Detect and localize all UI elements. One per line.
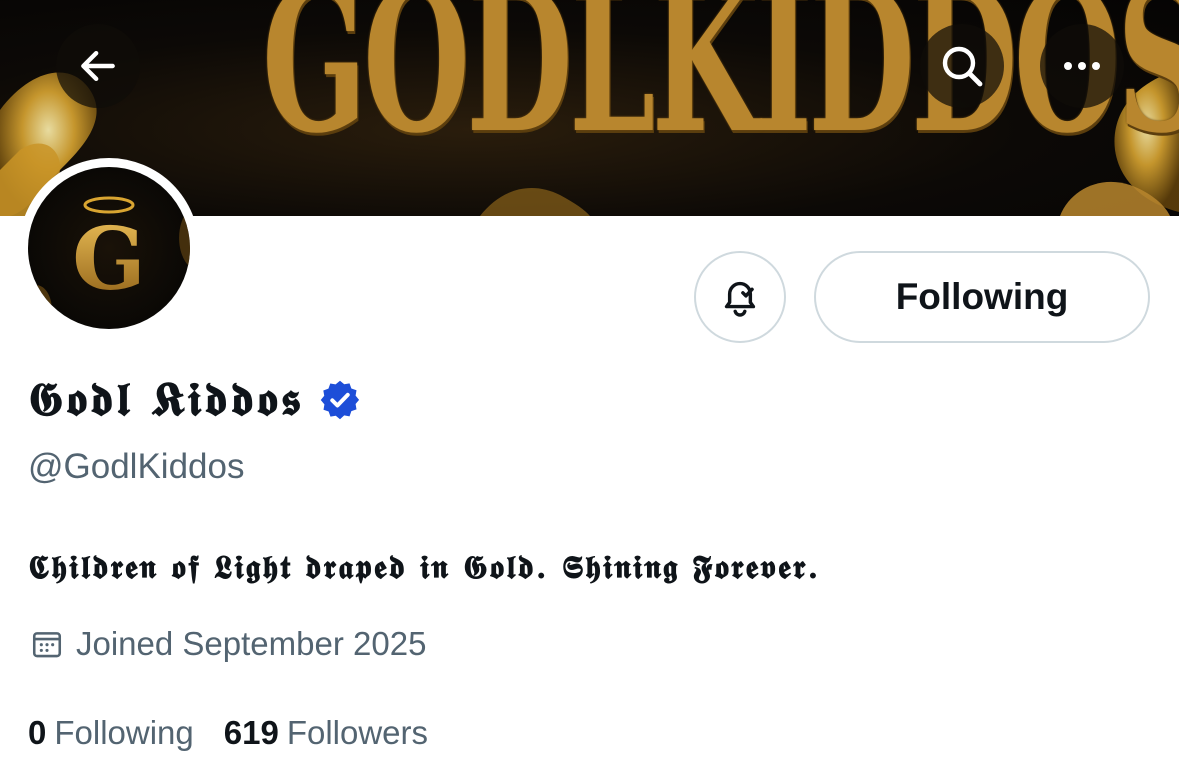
following-button[interactable]: Following [814,251,1150,343]
display-name: 𝕲𝖔𝖉𝖑 𝕶𝖎𝖉𝖉𝖔𝖘 [28,372,305,426]
banner-title: GODLKIDDOS [262,0,1179,177]
more-horizontal-icon [1064,62,1100,70]
followers-label: Followers [286,714,429,751]
avatar[interactable]: G [28,167,190,329]
followers-count: 619 [223,714,279,751]
stats-row: 0 Following 619 Followers [28,710,428,756]
avatar-letter: G [72,209,145,310]
joined-date: Joined September 2025 [76,625,427,662]
search-button[interactable] [920,24,1004,108]
more-button[interactable] [1040,24,1124,108]
joined-row: Joined September 2025 [30,622,426,666]
following-stat[interactable]: 0 Following [28,714,194,752]
arrow-left-icon [81,50,115,82]
following-label: Following [54,714,194,751]
bell-check-icon [724,281,756,317]
notifications-button[interactable] [694,251,786,343]
profile-banner[interactable]: GODLKIDDOS [0,0,1179,216]
handle: @GodlKiddos [28,447,245,486]
followers-stat[interactable]: 619 Followers [224,714,428,752]
bio: 𝕮𝖍𝖎𝖑𝖉𝖗𝖊𝖓 𝖔𝖋 𝕷𝖎𝖌𝖍𝖙 𝖉𝖗𝖆𝖕𝖊𝖉 𝖎𝖓 𝕲𝖔𝖑𝖉. 𝕾𝖍𝖎𝖓𝖎𝖓… [28,548,821,586]
verified-badge-icon[interactable] [318,378,362,422]
search-icon [942,46,983,87]
back-button[interactable] [56,24,140,108]
following-count: 0 [28,714,47,751]
name-row: 𝕲𝖔𝖉𝖑 𝕶𝖎𝖉𝖉𝖔𝖘 [28,368,362,432]
avatar-logo: G [28,196,190,329]
calendar-icon [32,632,62,658]
